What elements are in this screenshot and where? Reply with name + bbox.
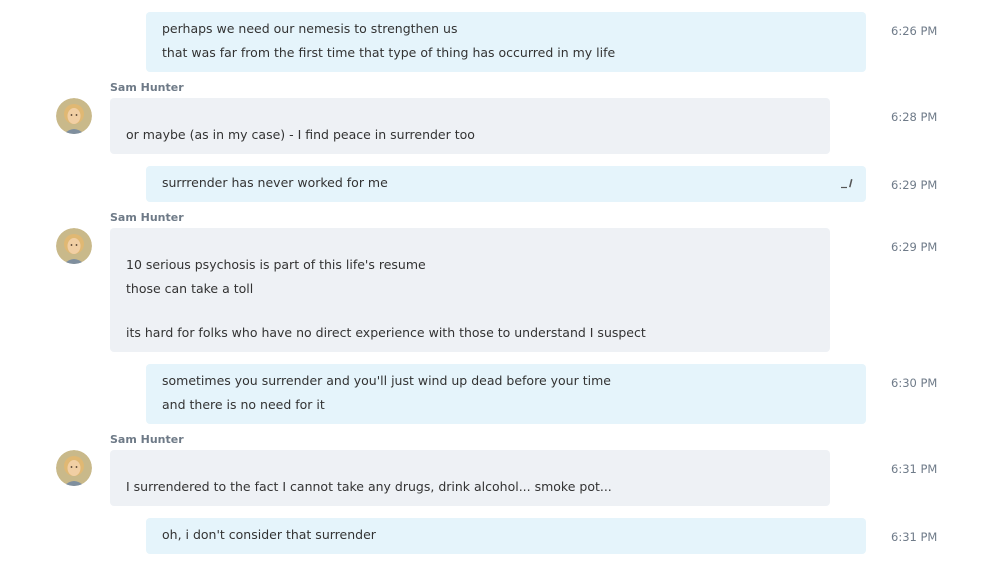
message-timestamp: 6:31 PM bbox=[891, 462, 938, 476]
message-timestamp: 6:29 PM bbox=[891, 178, 938, 192]
message-text: that was far from the first time that ty… bbox=[162, 45, 616, 60]
sender-name[interactable]: Sam Hunter bbox=[110, 211, 184, 225]
sender-name[interactable]: Sam Hunter bbox=[110, 433, 184, 447]
sam-hunter-avatar[interactable] bbox=[56, 228, 92, 264]
outgoing-message[interactable]: perhaps we need our nemesis to strengthe… bbox=[146, 12, 866, 72]
outgoing-message[interactable]: oh, i don't consider that surrender bbox=[146, 518, 866, 554]
message-timestamp: 6:26 PM bbox=[891, 24, 938, 38]
message-text: oh, i don't consider that surrender bbox=[162, 527, 376, 542]
message-text: sometimes you surrender and you'll just … bbox=[162, 373, 611, 388]
edited-pencil-icon[interactable] bbox=[840, 175, 854, 189]
message-timestamp: 6:28 PM bbox=[891, 110, 938, 124]
incoming-message[interactable]: I surrendered to the fact I cannot take … bbox=[110, 450, 830, 506]
message-text: its hard for folks who have no direct ex… bbox=[126, 325, 646, 340]
message-timestamp: 6:29 PM bbox=[891, 240, 938, 254]
message-timestamp: 6:30 PM bbox=[891, 376, 938, 390]
message-timestamp: 6:31 PM bbox=[891, 530, 938, 544]
message-text: those can take a toll bbox=[126, 281, 254, 296]
sam-hunter-avatar[interactable] bbox=[56, 450, 92, 486]
message-text: or maybe (as in my case) - I find peace … bbox=[126, 127, 475, 142]
message-text: and there is no need for it bbox=[162, 397, 325, 412]
incoming-message[interactable]: 10 serious psychosis is part of this lif… bbox=[110, 228, 830, 352]
message-text: surrrender has never worked for me bbox=[162, 175, 388, 190]
message-text: I surrendered to the fact I cannot take … bbox=[126, 479, 612, 494]
sender-name[interactable]: Sam Hunter bbox=[110, 81, 184, 95]
message-text: 10 serious psychosis is part of this lif… bbox=[126, 257, 426, 272]
sam-hunter-avatar[interactable] bbox=[56, 98, 92, 134]
outgoing-message[interactable]: surrrender has never worked for me bbox=[146, 166, 866, 202]
message-text: perhaps we need our nemesis to strengthe… bbox=[162, 21, 458, 36]
outgoing-message[interactable]: sometimes you surrender and you'll just … bbox=[146, 364, 866, 424]
incoming-message[interactable]: or maybe (as in my case) - I find peace … bbox=[110, 98, 830, 154]
